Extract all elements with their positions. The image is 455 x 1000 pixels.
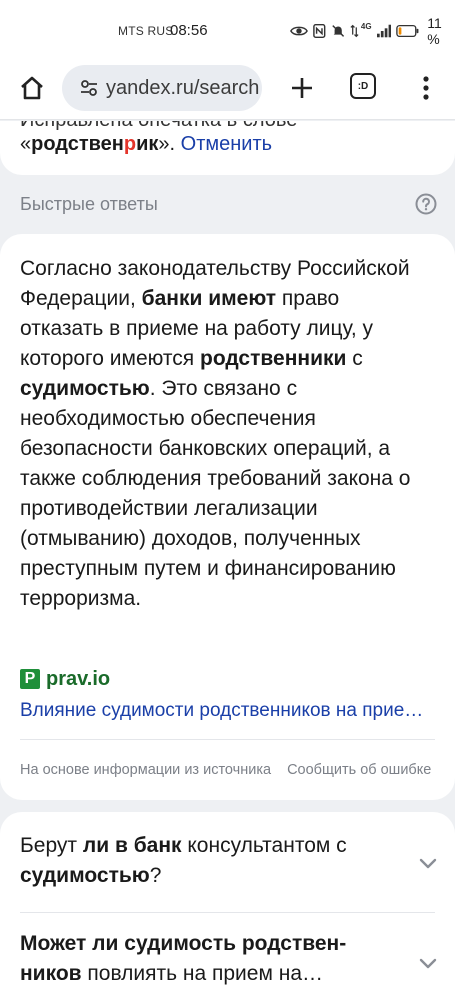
source-domain[interactable]: prav.io: [46, 668, 110, 691]
nfc-icon: [313, 23, 326, 39]
chevron-down-icon[interactable]: [418, 957, 438, 971]
battery-percent: 11 %: [427, 15, 442, 47]
url-text: yandex.ru/search: [106, 76, 260, 99]
corrected-word-start: родствен: [31, 133, 124, 155]
report-error-link[interactable]: Сообщить об ошибке: [287, 762, 431, 778]
answer-bold-segment: судимостью: [20, 377, 150, 400]
related-questions-card: Берут ли в банк консультантом с судимост…: [0, 812, 455, 1000]
new-tab-button[interactable]: [284, 70, 320, 106]
browser-menu-button[interactable]: [414, 70, 438, 106]
source-row[interactable]: P prav.io: [20, 668, 110, 690]
status-bar: MTS RUS 08:56 4G 11 %: [0, 0, 455, 60]
source-note: На основе информации из источника: [20, 762, 272, 778]
faq-segment: консультантом с: [181, 834, 347, 857]
home-button[interactable]: [14, 70, 50, 106]
corrected-letter: р: [123, 133, 137, 155]
undo-correction-link[interactable]: Отменить: [181, 133, 272, 155]
more-vert-icon: [423, 76, 429, 100]
faq-question[interactable]: Берут ли в банк консультантом с судимост…: [20, 831, 400, 891]
faq-question[interactable]: Может ли судимость родствен­ников повлия…: [20, 929, 400, 989]
typo-correction-card: Исправлена опечатка в слове «родственрик…: [0, 121, 455, 175]
battery-icon: [396, 24, 419, 38]
source-logo: P: [20, 669, 40, 689]
address-bar[interactable]: yandex.ru/search: [62, 65, 262, 111]
corrected-word-line: «родственрик». Отменить: [20, 133, 272, 156]
faq-segment: Берут: [20, 834, 83, 857]
tab-switcher-button[interactable]: :D: [350, 73, 376, 99]
plus-icon: [292, 78, 312, 98]
faq-bold-segment: ли в банк: [82, 834, 182, 857]
faq-segment: повлиять на прием на…: [81, 962, 324, 985]
answer-segment: с: [346, 347, 363, 370]
home-icon: [21, 76, 43, 100]
signal-icon: [376, 24, 391, 38]
open-quote: «: [20, 133, 32, 155]
correction-notice: Исправлена опечатка в слове: [20, 121, 297, 132]
data-transfer-icon: [350, 24, 359, 38]
chevron-down-icon[interactable]: [418, 857, 438, 871]
section-title: Быстрые ответы: [20, 194, 158, 214]
mute-icon: [331, 25, 344, 37]
faq-bold-segment: судимостью: [20, 864, 150, 887]
corrected-word-end: ик: [136, 133, 159, 155]
answer-bold-segment: родственники: [200, 347, 347, 370]
answer-bold-segment: банки имеют: [141, 287, 277, 310]
divider: [20, 739, 435, 740]
browser-toolbar: yandex.ru/search :D: [0, 60, 455, 120]
close-quote: ».: [158, 133, 181, 155]
eye-icon: [290, 26, 308, 36]
clock: 08:56: [170, 22, 208, 39]
carrier-label: MTS RUS: [118, 24, 174, 38]
tune-icon: [81, 80, 97, 96]
status-icons: 4G 11 %: [290, 15, 455, 47]
site-settings-button[interactable]: [72, 78, 106, 98]
network-type: 4G: [360, 21, 372, 31]
quick-answer-card: Согласно законодательству Российской Фед…: [0, 234, 455, 800]
divider: [20, 912, 435, 913]
faq-segment: ?: [149, 864, 162, 887]
answer-text: Согласно законодательству Российской Фед…: [20, 254, 420, 614]
source-link[interactable]: Влияние судимости родственников на прием…: [20, 700, 435, 722]
answer-footer: На основе информации из источника Сообщит…: [20, 762, 455, 778]
answer-segment: . Это связано с необходимостью обеспечен…: [20, 377, 411, 610]
help-icon[interactable]: [415, 193, 437, 215]
